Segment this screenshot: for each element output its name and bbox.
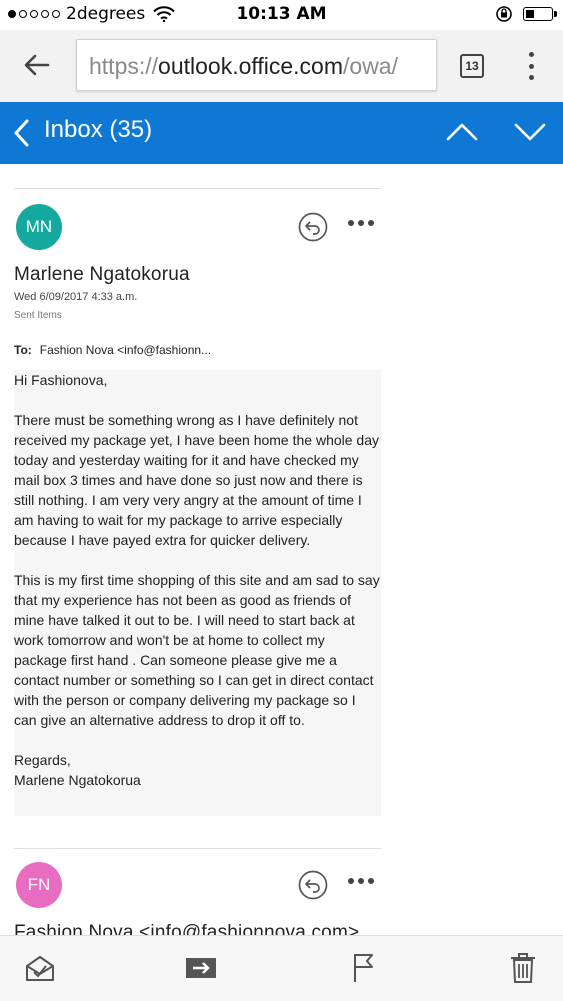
next-message-icon[interactable]: [514, 122, 546, 142]
url-host: outlook.office.com: [158, 53, 344, 79]
reply-icon[interactable]: [298, 870, 328, 900]
status-bar: 2degrees 10:13 AM: [0, 0, 563, 30]
sender-name: Marlene Ngatokorua: [14, 264, 190, 285]
back-to-inbox-icon[interactable]: [12, 118, 32, 148]
clock: 10:13 AM: [236, 4, 327, 24]
delete-icon[interactable]: [510, 952, 536, 984]
url-scheme: https://: [89, 53, 159, 79]
more-options-icon[interactable]: [348, 878, 374, 884]
mark-read-icon[interactable]: [24, 952, 56, 984]
url-path: /owa/: [343, 53, 398, 79]
message-body: Hi Fashionova, There must be something w…: [14, 370, 381, 816]
address-bar[interactable]: https://outlook.office.com/owa/: [76, 39, 437, 91]
sender-name: Fashion Nova <info@fashionnova.com>: [14, 922, 360, 935]
more-options-icon[interactable]: [348, 220, 374, 226]
divider: [14, 188, 381, 189]
rotation-lock-icon: [496, 6, 512, 22]
to-label: To:: [14, 343, 32, 357]
divider: [14, 848, 381, 849]
battery-icon: [523, 7, 557, 21]
avatar: MN: [16, 204, 62, 250]
app-header: Inbox (35): [0, 102, 563, 164]
avatar: FN: [16, 862, 62, 908]
message-date: Wed 6/09/2017 4:33 a.m.: [14, 291, 138, 303]
move-to-folder-icon[interactable]: [184, 952, 218, 984]
previous-message-icon[interactable]: [446, 122, 478, 142]
reading-pane: MN Marlene Ngatokorua Wed 6/09/2017 4:33…: [0, 164, 563, 935]
inbox-title[interactable]: Inbox (35): [44, 116, 152, 144]
recipient-line[interactable]: To: Fashion Nova <info@fashionn...: [14, 343, 211, 357]
tab-switcher-button[interactable]: 13: [460, 54, 484, 78]
browser-menu-icon[interactable]: [529, 52, 535, 80]
back-arrow-icon[interactable]: [22, 50, 52, 80]
flag-icon[interactable]: [352, 952, 376, 984]
action-bar: [0, 935, 563, 1001]
folder-label: Sent Items: [14, 310, 62, 321]
browser-toolbar: https://outlook.office.com/owa/ 13: [0, 30, 563, 102]
reply-icon[interactable]: [298, 212, 328, 242]
recipient: Fashion Nova <info@fashionn...: [39, 343, 212, 357]
